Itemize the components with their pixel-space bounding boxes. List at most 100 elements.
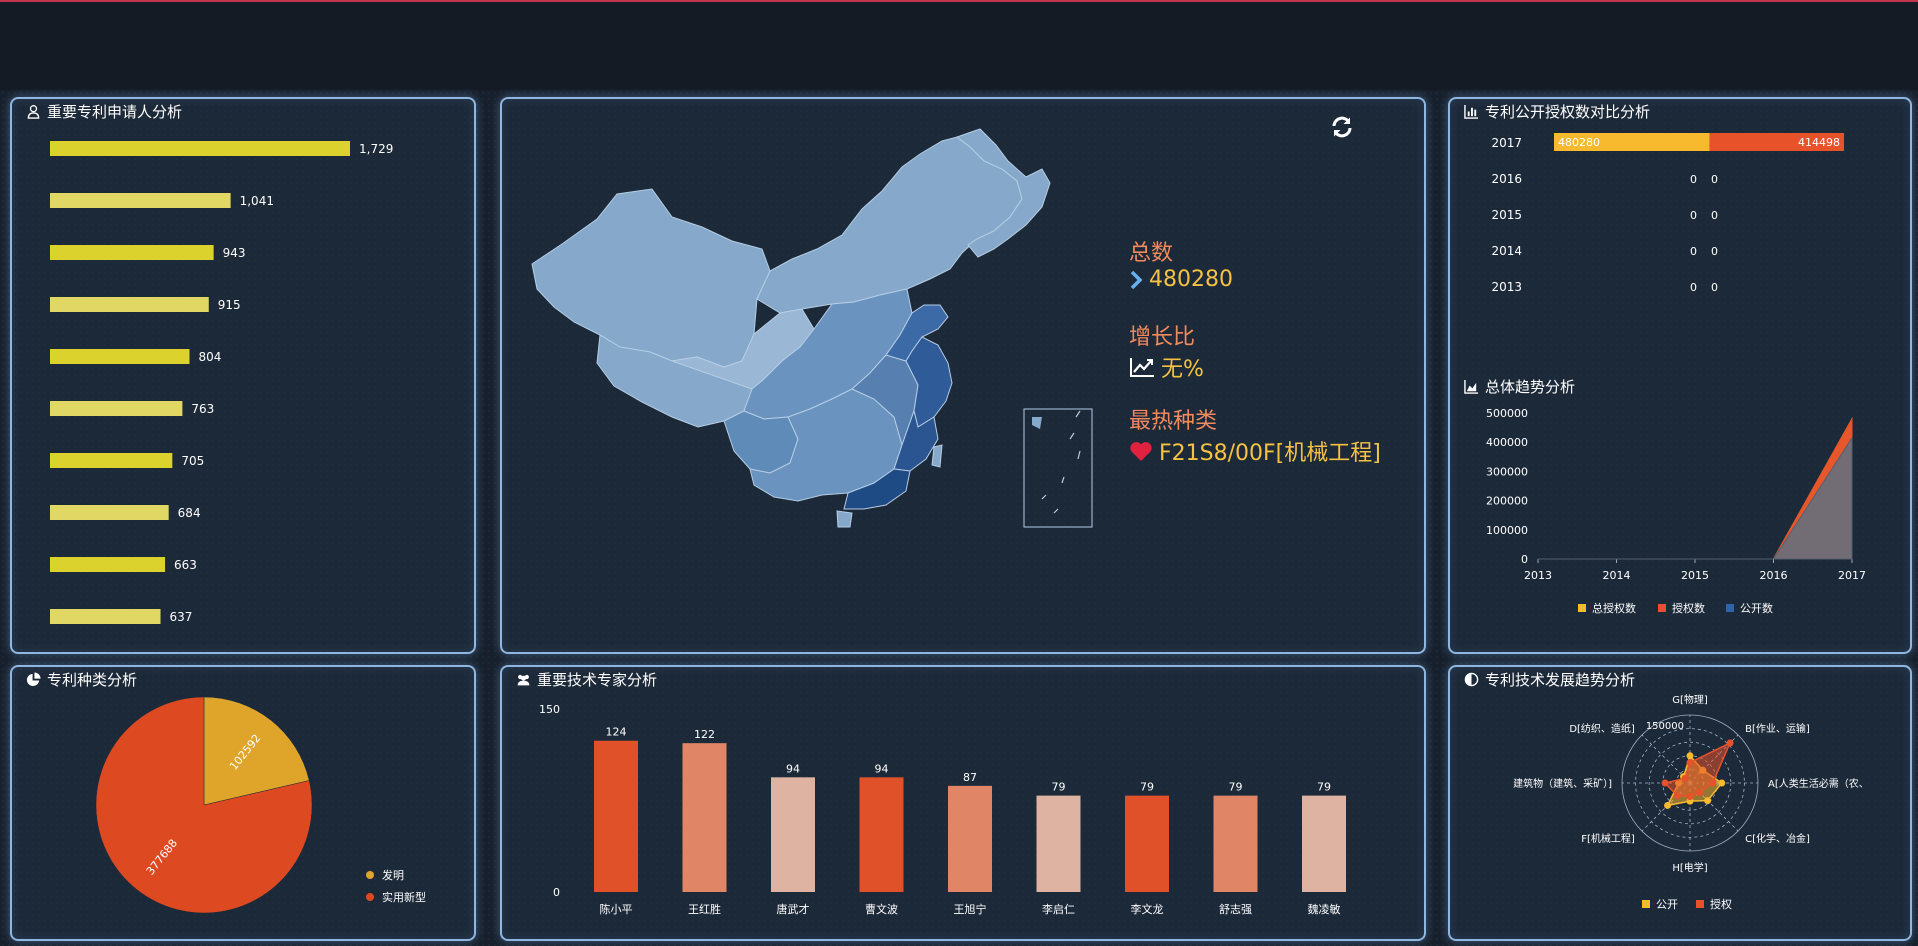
legend-label: 发明 [382, 868, 404, 882]
expert-bar [948, 785, 992, 892]
applicant-bar-value: 663 [174, 558, 197, 572]
applicant-bar [50, 505, 169, 520]
public-bar-value: 0 [1690, 173, 1697, 186]
applicant-bar [50, 245, 214, 260]
radar-axis-label: G[物理] [1672, 693, 1708, 706]
applicant-bar-value: 637 [170, 610, 193, 624]
year-label: 2015 [1491, 208, 1522, 222]
legend-label: 授权 [1710, 897, 1732, 911]
applicant-bar [50, 349, 190, 364]
radar-axis-label: 建筑物（建筑、采矿）] [1513, 777, 1612, 790]
legend-label: 实用新型 [382, 890, 426, 904]
expert-bar-value: 94 [875, 762, 889, 775]
x-tick-label: 2013 [1524, 569, 1552, 582]
applicant-bar-value: 915 [218, 298, 241, 312]
expert-analysis-panel: 重要技术专家分析 150 0 124 陈小平 122 王红胜 94 唐武才 94 曹文波 87 王旭宁… [500, 665, 1426, 941]
grant-bar-value: 0 [1711, 209, 1718, 222]
x-tick-label: 2014 [1603, 569, 1631, 582]
year-label: 2016 [1491, 172, 1522, 186]
expert-bar [1036, 795, 1081, 892]
y-tick-label: 0 [553, 886, 560, 899]
expert-name-label: 魏凌敏 [1308, 902, 1341, 916]
y-tick-label: 300000 [1486, 465, 1528, 478]
y-tick-label: 150 [539, 703, 560, 716]
x-tick-label: 2015 [1681, 569, 1709, 582]
legend-label: 公开数 [1740, 602, 1773, 615]
legend-swatch [366, 871, 374, 879]
public-bar-value: 0 [1690, 281, 1697, 294]
radar-axis-label: D[纺织、造纸] [1569, 722, 1635, 735]
expert-bar [1213, 795, 1258, 892]
applicant-bar [50, 141, 350, 156]
radar-point [1704, 797, 1712, 805]
year-label: 2013 [1491, 280, 1522, 294]
applicant-bar-value: 1,729 [359, 142, 393, 156]
radar-point [1681, 774, 1689, 782]
radar-point [1661, 779, 1669, 787]
tech-trend-panel: 专利技术发展趋势分析 G[物理] B[作业、运输] A[人类生活必需（农、 C[化学、… [1448, 665, 1912, 941]
radar-axis-label: C[化学、冶金] [1745, 832, 1810, 845]
radar-point [1709, 779, 1717, 787]
hot-type-row: F21S8/00F[机械工程] [1129, 435, 1381, 467]
patent-type-panel: 专利种类分析 102592 377688 发明 实用新型 [10, 665, 476, 941]
growth-label: 增长比 [1129, 325, 1196, 350]
y-tick-label: 500000 [1486, 407, 1528, 420]
total-value-row: 480280 [1129, 267, 1233, 292]
map-panel: 总数 480280 增长比 无% 最热种类 F21S8/00F[机械工程] [500, 97, 1426, 654]
hot-type-value: F21S8/00F[机械工程] [1159, 441, 1381, 466]
x-tick-label: 2016 [1760, 569, 1788, 582]
expert-name-label: 王旭宁 [954, 902, 987, 916]
applicant-bar-value: 684 [178, 506, 201, 520]
expert-name-label: 舒志强 [1219, 902, 1252, 916]
expert-bar [1302, 795, 1346, 892]
expert-name-label: 王红胜 [688, 902, 721, 916]
expert-bar-value: 94 [786, 762, 800, 775]
radar-axis-label: B[作业、运输] [1745, 722, 1810, 735]
total-label: 总数 [1129, 241, 1174, 266]
expert-name-label: 李文龙 [1131, 902, 1164, 916]
grant-comparison-panel: 专利公开授权数对比分析 2017 480280 414498 2016 0 0 2015 0 0… [1448, 97, 1912, 654]
radar-axis-label: A[人类生活必需（农、 [1768, 777, 1869, 790]
grant-compare-chart: 2017 480280 414498 2016 0 0 2015 0 0 2014 0 0 2013 0 0 [1491, 133, 1844, 294]
map-region-taiwan [931, 444, 943, 468]
refresh-icon[interactable] [1330, 115, 1354, 139]
y-tick-label: 400000 [1486, 436, 1528, 449]
map-region-north [756, 136, 1023, 314]
expert-bar [859, 777, 904, 892]
expert-name-label: 李启仁 [1042, 902, 1075, 916]
radar-point [1718, 779, 1726, 787]
south-china-sea-inset [1023, 408, 1093, 528]
overall-trend-chart: 500000 400000 300000 200000 100000 0 2013 2014 2… [1486, 407, 1866, 615]
map-region-sichuan [723, 410, 799, 474]
applicant-bar-value: 763 [191, 402, 214, 416]
radar-max-label: 150000 [1646, 721, 1684, 732]
radar-point [1686, 793, 1694, 801]
radar-axis-label: H[电学] [1672, 861, 1707, 874]
grant-bar-value: 0 [1711, 173, 1718, 186]
applicant-bar-value: 705 [181, 454, 204, 468]
expert-bar-chart: 150 0 124 陈小平 122 王红胜 94 唐武才 94 曹文波 87 王旭宁 79 李启仁 79 李文… [539, 703, 1346, 916]
grant-bar-value: 0 [1711, 245, 1718, 258]
applicant-bar [50, 453, 173, 468]
map-region-west [531, 188, 771, 368]
total-value: 480280 [1149, 267, 1233, 292]
expert-bar-value: 79 [1229, 781, 1243, 794]
public-bar-value: 480280 [1558, 136, 1600, 149]
legend-swatch [1642, 900, 1650, 908]
legend-label: 公开 [1656, 898, 1678, 911]
public-bar-value: 0 [1690, 209, 1697, 222]
applicant-bar-chart: 1,729 1,041 943 915 804 763 705 684 663 637 [50, 141, 393, 624]
legend-label: 总授权数 [1592, 601, 1636, 615]
radar-area [1663, 741, 1732, 798]
china-map [531, 128, 1093, 528]
map-region-hainan [836, 510, 853, 528]
heart-icon [1130, 442, 1152, 461]
growth-value-row: 无% [1129, 351, 1204, 383]
expert-name-label: 唐武才 [777, 902, 810, 916]
radar-point [1673, 792, 1681, 800]
radar-point [1726, 739, 1734, 747]
expert-bar-value: 87 [963, 771, 977, 784]
expert-bar-value: 124 [606, 726, 627, 739]
legend-swatch [366, 893, 374, 901]
applicant-bar [50, 297, 209, 312]
